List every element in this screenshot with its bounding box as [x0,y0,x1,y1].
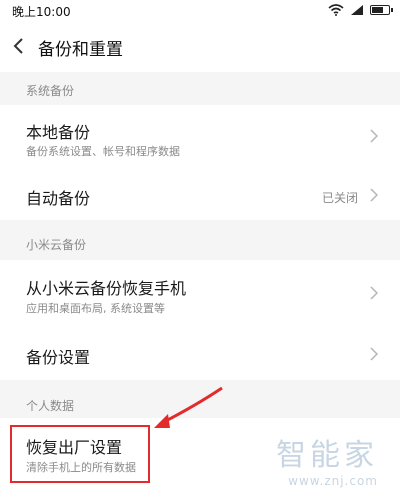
row-title: 自动备份 [26,189,91,208]
wifi-icon [328,4,344,16]
signal-icon [351,5,363,15]
battery-icon [370,5,393,15]
status-icons [328,4,393,16]
row-backup-settings[interactable]: 备份设置 [0,326,400,380]
mi-cloud-card: 从小米云备份恢复手机 应用和桌面布局, 系统设置等 备份设置 [0,260,400,380]
status-bar: 晚上10:00 [0,0,400,22]
page-title: 备份和重置 [38,40,123,60]
watermark-logo: 智能家 [276,438,378,473]
system-backup-card: 本地备份 备份系统设置、帐号和程序数据 自动备份 已关闭 [0,105,400,220]
row-title: 本地备份 [26,123,91,142]
row-title: 备份设置 [26,348,91,367]
watermark-url: www.znj.com [288,474,378,488]
row-subtitle: 备份系统设置、帐号和程序数据 [26,145,180,158]
highlight-box [10,425,150,483]
header: 备份和重置 [0,22,400,72]
chevron-right-icon [370,286,378,300]
row-auto-backup[interactable]: 自动备份 已关闭 [0,167,400,220]
row-subtitle: 应用和桌面布局, 系统设置等 [26,302,165,315]
watermark: 智能家 www.znj.com [276,430,378,488]
section-label-system-backup: 系统备份 [26,84,75,98]
auto-backup-status: 已关闭 [321,191,358,205]
row-restore-from-cloud[interactable]: 从小米云备份恢复手机 应用和桌面布局, 系统设置等 [0,260,400,326]
chevron-right-icon [370,188,378,202]
section-label-mi-cloud: 小米云备份 [26,238,87,252]
red-arrow-annotation [154,386,223,428]
chevron-left-icon[interactable] [10,35,30,57]
chevron-right-icon [370,129,378,143]
chevron-right-icon [370,347,378,361]
section-label-personal-data: 个人数据 [26,399,75,413]
row-local-backup[interactable]: 本地备份 备份系统设置、帐号和程序数据 [0,105,400,167]
status-time: 晚上10:00 [12,5,71,19]
row-title: 从小米云备份恢复手机 [26,279,187,298]
